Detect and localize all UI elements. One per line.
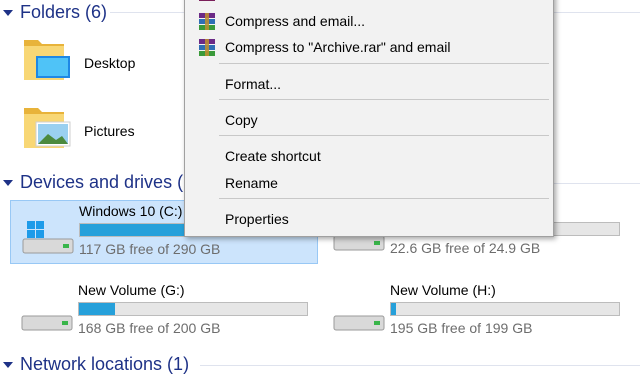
- chevron-down-icon[interactable]: [3, 361, 13, 368]
- folder-item-pictures[interactable]: Pictures: [22, 102, 135, 159]
- context-menu: Compress and email... Compress to "Archi…: [184, 0, 554, 237]
- winrar-icon: [197, 12, 217, 35]
- drive-usage-bar: [78, 302, 308, 316]
- desktop-folder-icon: [22, 34, 72, 91]
- windows-drive-icon: [21, 219, 77, 260]
- folder-item-desktop[interactable]: Desktop: [22, 34, 135, 91]
- menu-separator: [219, 63, 549, 64]
- folders-section-title: Folders (6): [20, 2, 108, 22]
- drive-usage-fill: [391, 303, 396, 315]
- drive-free-space: 168 GB free of 200 GB: [78, 320, 221, 336]
- context-menu-item-properties[interactable]: Properties: [185, 207, 553, 231]
- drive-tile-g[interactable]: New Volume (G:) 168 GB free of 200 GB: [10, 280, 316, 342]
- winrar-icon: [197, 0, 217, 6]
- context-menu-label: Compress and email...: [225, 13, 366, 29]
- winrar-icon: [197, 38, 217, 61]
- network-section-title: Network locations (1): [20, 354, 190, 374]
- devices-section-header[interactable]: Devices and drives (7: [0, 172, 193, 193]
- drive-free-space: 22.6 GB free of 24.9 GB: [390, 240, 541, 256]
- drive-name: Windows 10 (C:): [79, 203, 183, 219]
- context-menu-label: Format...: [225, 76, 282, 92]
- context-menu-item-compress-email[interactable]: Compress and email...: [185, 9, 553, 33]
- drive-tile-h[interactable]: New Volume (H:) 195 GB free of 199 GB: [322, 280, 628, 342]
- context-menu-item-copy[interactable]: Copy: [185, 108, 553, 132]
- context-menu-item-compress-archive-email[interactable]: Compress to "Archive.rar" and email: [185, 35, 553, 59]
- section-divider: [552, 183, 640, 184]
- context-menu-label: Create shortcut: [225, 148, 321, 164]
- drive-icon: [20, 298, 76, 339]
- section-divider: [200, 365, 640, 366]
- menu-separator: [219, 99, 549, 100]
- context-menu-label: Compress to "Archive.rar" and email: [225, 39, 451, 55]
- drive-free-space: 195 GB free of 199 GB: [390, 320, 533, 336]
- context-menu-item-rename[interactable]: Rename: [185, 171, 553, 195]
- drive-free-space: 117 GB free of 290 GB: [79, 241, 221, 257]
- folder-label: Pictures: [84, 122, 135, 139]
- pictures-folder-icon: [22, 102, 72, 159]
- folder-label: Desktop: [84, 54, 136, 71]
- chevron-down-icon[interactable]: [3, 9, 13, 16]
- drive-usage-fill: [79, 303, 116, 315]
- network-section-header[interactable]: Network locations (1): [0, 354, 189, 375]
- folders-section-header[interactable]: Folders (6): [0, 2, 107, 23]
- menu-separator: [219, 135, 549, 136]
- context-menu-item-format[interactable]: Format...: [185, 72, 553, 96]
- context-menu-label: Properties: [225, 211, 289, 227]
- menu-separator: [219, 198, 549, 199]
- drive-name: New Volume (G:): [78, 282, 185, 298]
- drive-name: New Volume (H:): [390, 282, 496, 298]
- context-menu-item-create-shortcut[interactable]: Create shortcut: [185, 144, 553, 168]
- context-menu-label: Copy: [225, 112, 258, 128]
- devices-section-title: Devices and drives (7: [20, 172, 194, 192]
- chevron-down-icon[interactable]: [3, 179, 13, 186]
- drive-icon: [332, 298, 388, 339]
- context-menu-label: Rename: [225, 175, 278, 191]
- drive-usage-bar: [390, 302, 620, 316]
